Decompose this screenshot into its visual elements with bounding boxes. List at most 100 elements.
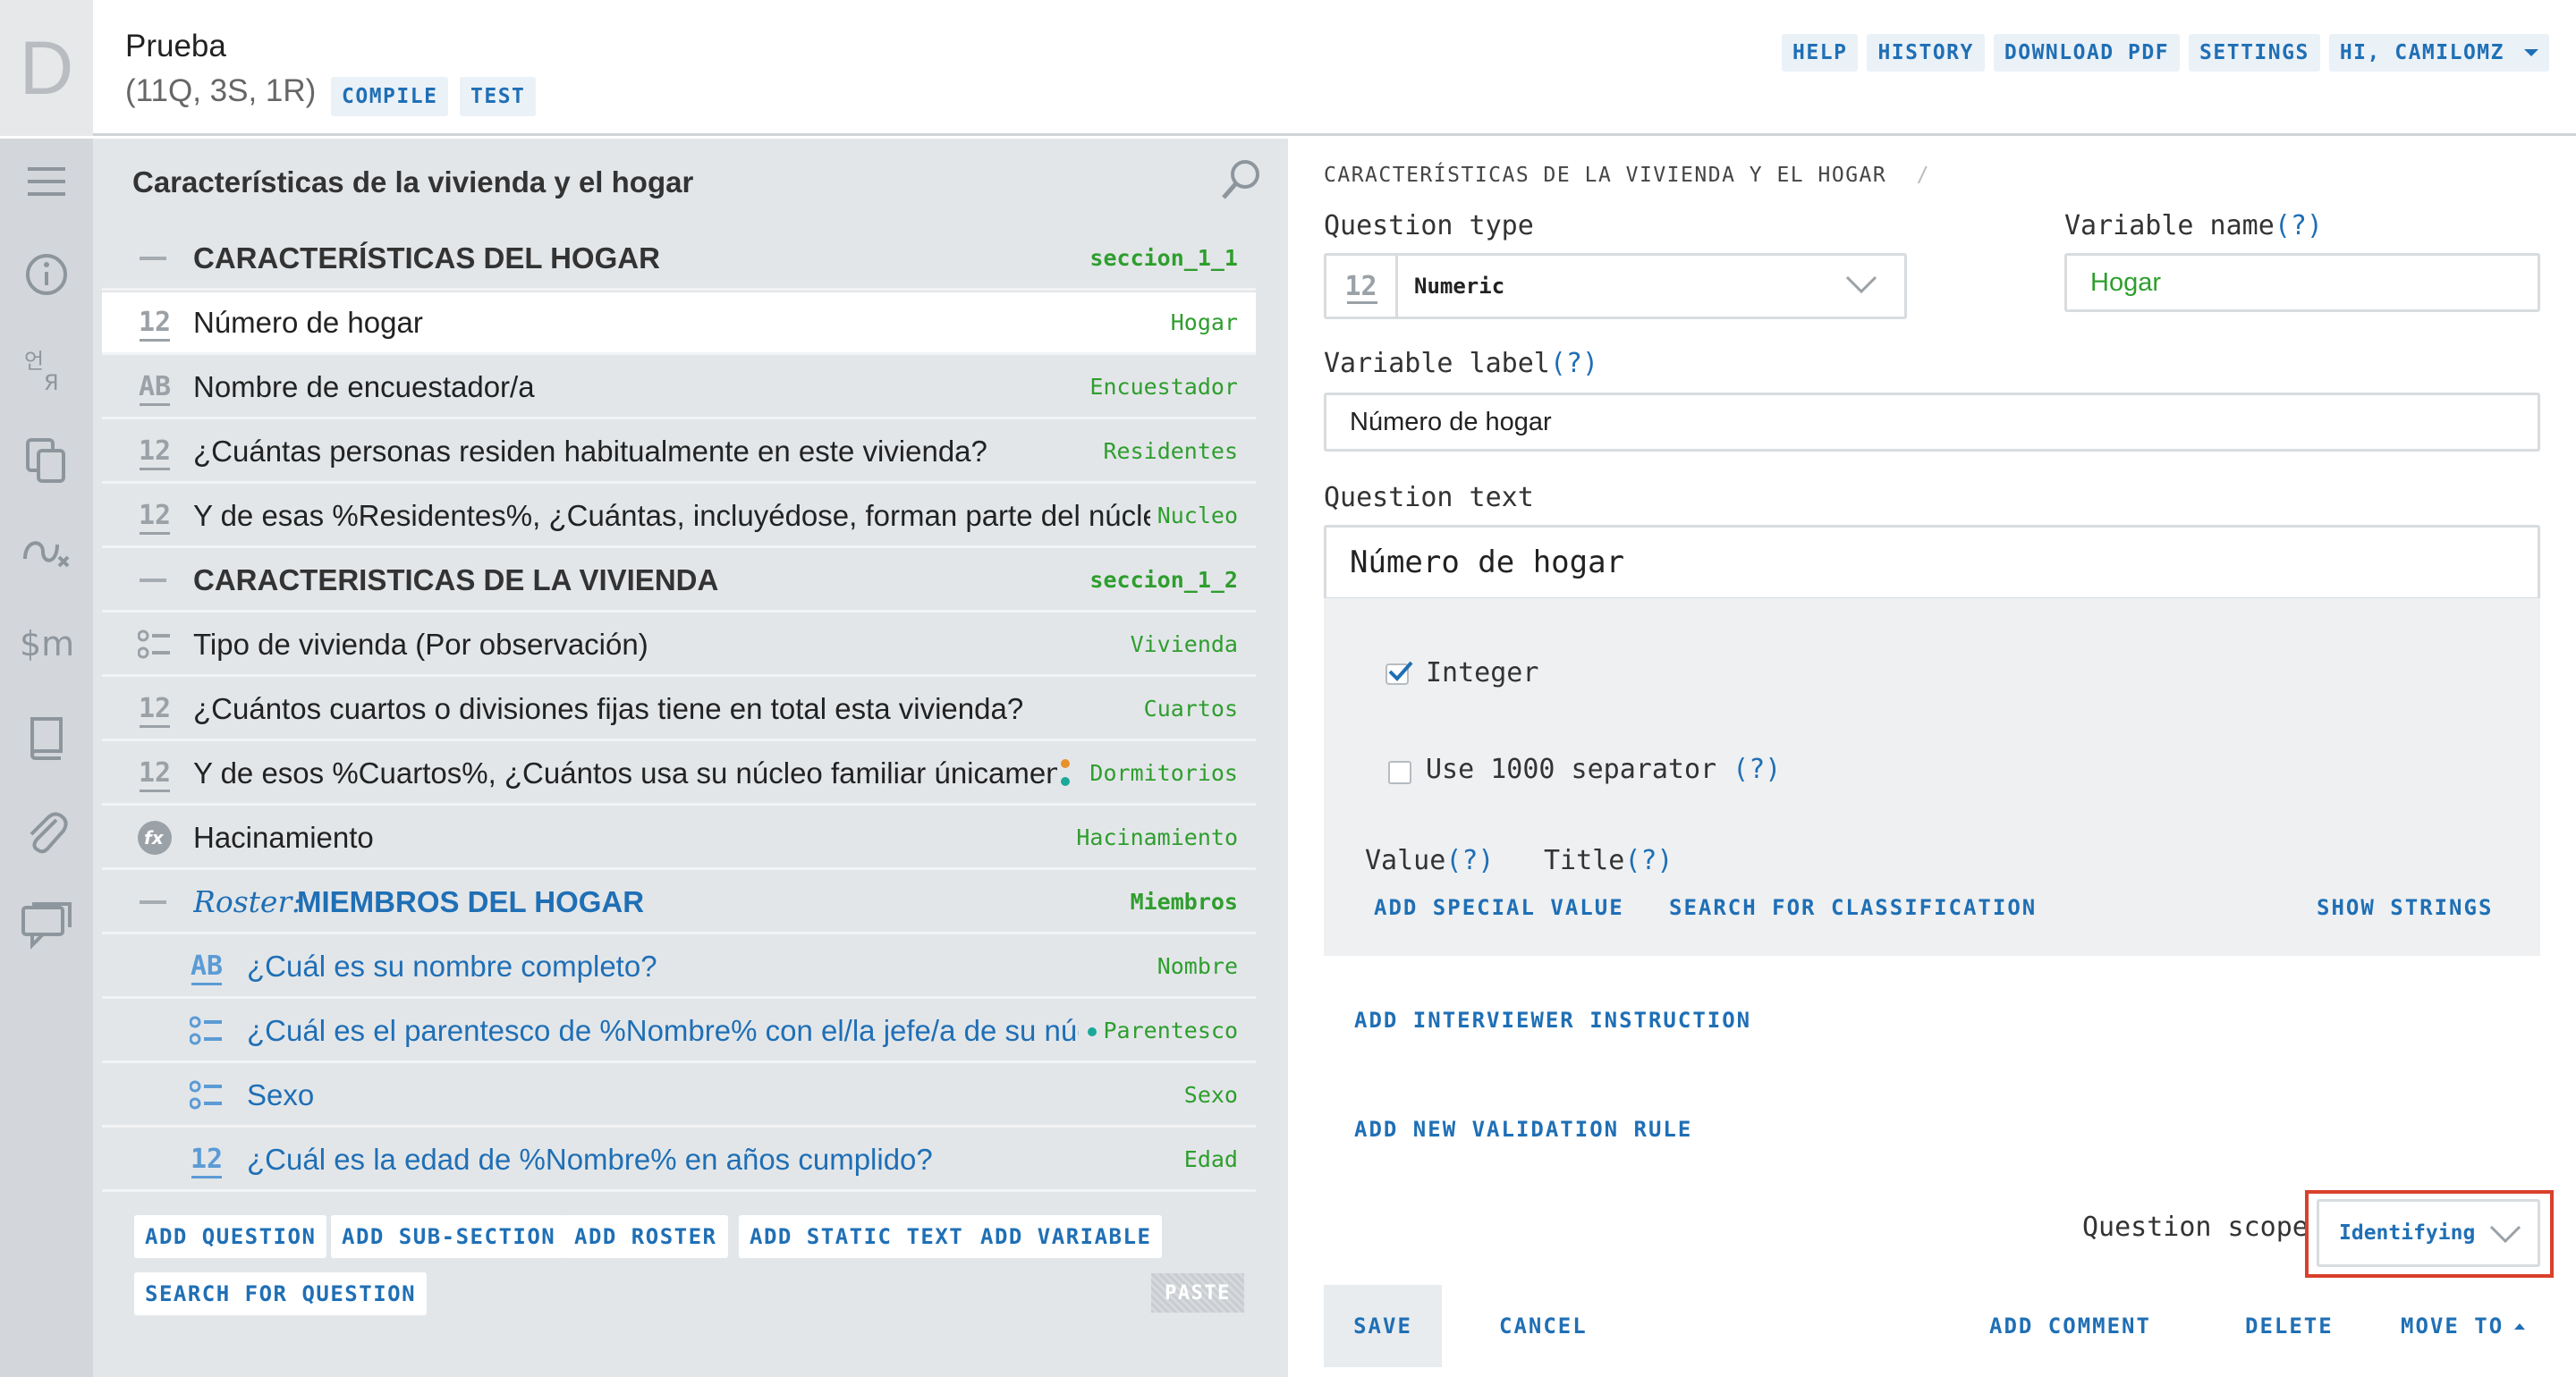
- tree-variable-row[interactable]: fx Hacinamiento Hacinamiento: [102, 807, 1256, 870]
- user-greeting: HI, CAMILOMZ: [2339, 41, 2504, 64]
- questionnaire-stats: (11Q, 3S, 1R): [125, 73, 317, 108]
- breadcrumb-section-link[interactable]: CARACTERÍSTICAS DE LA VIVIENDA Y EL HOGA…: [1324, 164, 1886, 187]
- show-strings-button[interactable]: SHOW STRINGS: [2317, 895, 2493, 920]
- variable-label-label-text: Variable label: [1324, 348, 1550, 379]
- add-special-value-button[interactable]: ADD SPECIAL VALUE: [1374, 895, 1624, 920]
- section-title: CARACTERÍSTICAS DEL HOGAR: [193, 241, 660, 275]
- separator-label-text: Use 1000 separator: [1426, 754, 1717, 785]
- numeric-question-icon: 12: [138, 307, 172, 338]
- question-variable: Nucleo: [1157, 503, 1238, 528]
- variable-name-help-icon[interactable]: (?): [2275, 210, 2323, 241]
- variable-label-input[interactable]: Número de hogar: [1324, 393, 2540, 452]
- paste-button[interactable]: PASTE: [1151, 1273, 1244, 1313]
- add-static-text-button[interactable]: ADD STATIC TEXT: [739, 1215, 975, 1258]
- question-title: Número de hogar: [193, 305, 423, 339]
- logic-icon[interactable]: [20, 525, 73, 579]
- move-to-button[interactable]: MOVE TO: [2401, 1314, 2526, 1339]
- info-icon[interactable]: [20, 248, 73, 301]
- text-question-icon: AB: [138, 371, 172, 402]
- collapse-dash-icon[interactable]: [140, 578, 166, 582]
- value-help-icon[interactable]: (?): [1445, 845, 1494, 876]
- question-variable: Dormitorios: [1089, 760, 1238, 786]
- tree-section-row[interactable]: CARACTERISTICAS DE LA VIVIENDA seccion_1…: [102, 550, 1256, 612]
- logo-letter: D: [19, 25, 74, 110]
- copy-icon[interactable]: [20, 434, 73, 487]
- numeric-underline: [140, 725, 170, 728]
- add-comment-button[interactable]: ADD COMMENT: [1989, 1314, 2151, 1339]
- separator-help-icon[interactable]: (?): [1733, 754, 1781, 785]
- help-button[interactable]: HELP: [1782, 34, 1859, 72]
- tree-question-row[interactable]: ¿Cuál es el parentesco de %Nombre% con e…: [102, 1001, 1256, 1063]
- tree-question-row[interactable]: 12 ¿Cuál es la edad de %Nombre% en años …: [102, 1129, 1256, 1192]
- question-type-select[interactable]: 12 Numeric: [1324, 253, 1907, 319]
- question-variable: Vivienda: [1130, 631, 1238, 657]
- settings-button[interactable]: SETTINGS: [2189, 34, 2320, 72]
- comments-icon[interactable]: [20, 899, 73, 952]
- add-validation-rule-button[interactable]: ADD NEW VALIDATION RULE: [1354, 1117, 1692, 1142]
- question-title: Nombre de encuestador/a: [193, 369, 535, 403]
- add-variable-button[interactable]: ADD VARIABLE: [970, 1215, 1163, 1258]
- question-title: ¿Cuántas personas residen habitualmente …: [193, 434, 987, 468]
- macros-icon[interactable]: $m: [20, 616, 73, 670]
- cancel-button[interactable]: CANCEL: [1499, 1314, 1588, 1339]
- add-roster-button[interactable]: ADD ROSTER: [564, 1215, 728, 1258]
- integer-checkbox-checked[interactable]: [1385, 659, 1415, 690]
- compile-button[interactable]: COMPILE: [331, 77, 449, 116]
- tree-question-row[interactable]: 12 ¿Cuántas personas residen habitualmen…: [102, 421, 1256, 484]
- variable-name-input[interactable]: Hogar: [2064, 253, 2540, 312]
- tree-question-row[interactable]: 12 Número de hogar Hogar: [102, 292, 1256, 355]
- add-question-button[interactable]: ADD QUESTION: [134, 1215, 327, 1258]
- tree-section-row[interactable]: CARACTERÍSTICAS DEL HOGAR seccion_1_1: [102, 228, 1256, 291]
- variable-name-label: Variable name(?): [2064, 210, 2323, 241]
- tree-question-row[interactable]: 12 Y de esas %Residentes%, ¿Cuántas, inc…: [102, 486, 1256, 548]
- separator-checkbox[interactable]: [1388, 761, 1411, 784]
- tree-question-row[interactable]: AB Nombre de encuestador/a Encuestador: [102, 357, 1256, 419]
- tree-roster-row[interactable]: Roster: MIEMBROS DEL HOGAR Miembros: [102, 872, 1256, 934]
- add-interviewer-instruction-button[interactable]: ADD INTERVIEWER INSTRUCTION: [1354, 1008, 1751, 1033]
- question-variable: Nombre: [1157, 953, 1238, 979]
- collapse-dash-icon[interactable]: [140, 900, 166, 904]
- svg-text:fx: fx: [144, 827, 165, 849]
- svg-text:Я: Я: [44, 370, 59, 393]
- numeric-underline: [140, 532, 170, 535]
- search-icon[interactable]: [1220, 158, 1263, 206]
- save-button[interactable]: SAVE: [1324, 1285, 1442, 1367]
- delete-button[interactable]: DELETE: [2245, 1314, 2334, 1339]
- question-text-input[interactable]: Número de hogar: [1324, 525, 2540, 600]
- search-for-question-button[interactable]: SEARCH FOR QUESTION: [134, 1272, 428, 1315]
- numeric-type-underline: [1347, 301, 1377, 304]
- question-variable: Parentesco: [1103, 1018, 1238, 1043]
- tree-question-row[interactable]: 12 ¿Cuántos cuartos o divisiones fijas t…: [102, 679, 1256, 741]
- translate-icon[interactable]: 언Я: [20, 342, 73, 396]
- menu-icon[interactable]: [20, 155, 73, 208]
- lookup-tables-icon[interactable]: [20, 711, 73, 765]
- search-classification-button[interactable]: SEARCH FOR CLASSIFICATION: [1669, 895, 2037, 920]
- question-editor: CARACTERÍSTICAS DE LA VIVIENDA Y EL HOGA…: [1288, 139, 2576, 1377]
- collapse-dash-icon[interactable]: [140, 256, 166, 260]
- save-label: SAVE: [1353, 1314, 1412, 1339]
- question-scope-select[interactable]: Identifying: [2317, 1199, 2540, 1267]
- history-button[interactable]: HISTORY: [1867, 34, 1985, 72]
- app-logo[interactable]: D: [0, 0, 93, 136]
- tree-question-row[interactable]: 12 Y de esos %Cuartos%, ¿Cuántos usa su …: [102, 743, 1256, 806]
- add-sub-section-button[interactable]: ADD SUB-SECTION: [331, 1215, 567, 1258]
- tree-question-row[interactable]: AB ¿Cuál es su nombre completo? Nombre: [102, 936, 1256, 999]
- tree-question-row[interactable]: Sexo Sexo: [102, 1065, 1256, 1128]
- user-menu-button[interactable]: HI, CAMILOMZ: [2328, 34, 2549, 72]
- title-help-icon[interactable]: (?): [1624, 845, 1673, 876]
- question-variable: Encuestador: [1089, 374, 1238, 400]
- condition-indicator-dot: [1061, 777, 1070, 786]
- text-question-icon: AB: [190, 950, 224, 982]
- caret-down-icon: [2524, 49, 2538, 56]
- download-pdf-button[interactable]: DOWNLOAD PDF: [1993, 34, 2181, 72]
- tree-question-row[interactable]: Tipo de vivienda (Por observación) Vivie…: [102, 614, 1256, 677]
- test-button[interactable]: TEST: [460, 77, 537, 116]
- question-variable: Sexo: [1183, 1082, 1238, 1108]
- roster-title: MIEMBROS DEL HOGAR: [297, 884, 645, 918]
- variable-label-help-icon[interactable]: (?): [1550, 348, 1598, 379]
- top-nav: HELP HISTORY DOWNLOAD PDF SETTINGS HI, C…: [1782, 34, 2549, 72]
- numeric-underline: [191, 1176, 222, 1178]
- numeric-type-icon: 12: [1326, 256, 1398, 317]
- attachment-icon[interactable]: [20, 806, 73, 859]
- question-title: Y de esas %Residentes%, ¿Cuántas, incluy…: [193, 498, 1150, 532]
